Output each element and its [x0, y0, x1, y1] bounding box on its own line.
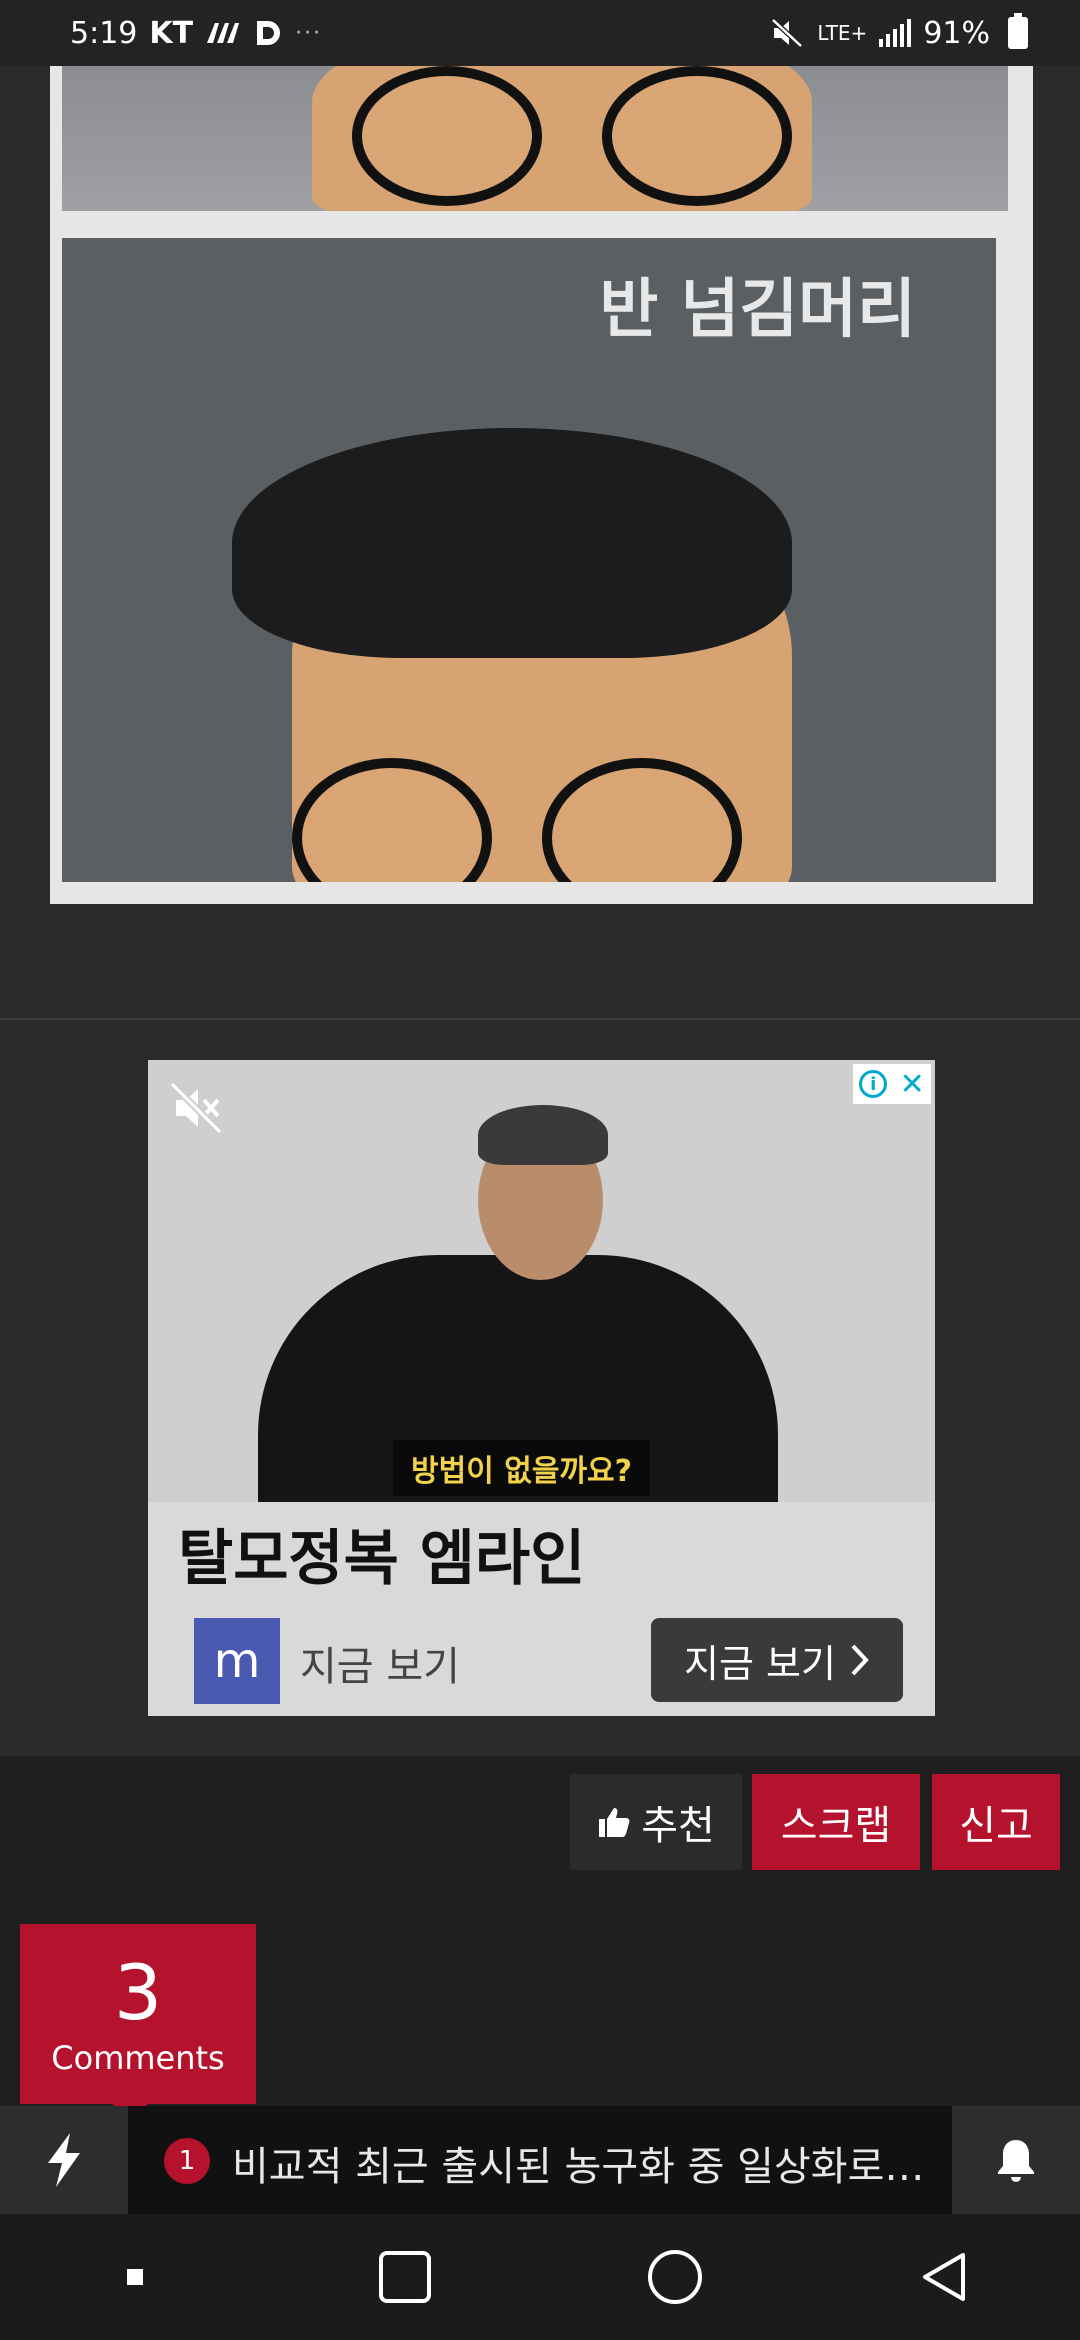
notification-d-icon: [257, 21, 281, 45]
thumbs-up-icon: [599, 1808, 630, 1837]
mute-icon[interactable]: [168, 1080, 224, 1136]
recents-icon: [379, 2251, 431, 2303]
nav-recents-button[interactable]: [355, 2227, 455, 2327]
article-photo-top[interactable]: [62, 66, 1008, 211]
back-triangle-icon: [923, 2253, 965, 2301]
advertisement[interactable]: i ✕ 방법이 없을까요? 탈모정복 엠라인 m 지금 보기 지금 보기: [148, 1060, 935, 1716]
status-right: LTE+ 91%: [771, 13, 1028, 51]
close-icon[interactable]: ✕: [900, 1067, 925, 1102]
report-button[interactable]: 신고: [932, 1774, 1060, 1870]
glasses-left-lens: [352, 66, 542, 206]
status-bar: 5:19 KT ··· LTE+ 91%: [0, 0, 1080, 66]
lightning-button[interactable]: [0, 2106, 128, 2214]
ad-logo[interactable]: m: [194, 1618, 280, 1704]
nav-home-button[interactable]: [625, 2227, 725, 2327]
comments-label: Comments: [51, 2039, 225, 2077]
system-nav-bar: [0, 2214, 1080, 2340]
news-ticker[interactable]: 1 비교적 최근 출시된 농구화 중 일상화로 겸...: [0, 2106, 1080, 2214]
ad-video[interactable]: i ✕ 방법이 없을까요?: [148, 1060, 935, 1502]
scrap-label: 스크랩: [780, 1803, 892, 1849]
signal-strength-icon: [879, 19, 912, 47]
ad-info-close[interactable]: i ✕: [853, 1064, 931, 1104]
home-circle-icon: [648, 2250, 702, 2304]
article-photo-bottom[interactable]: 반 넘김머리: [62, 238, 996, 882]
ticker-rank-badge: 1: [164, 2138, 210, 2184]
lightning-icon: [48, 2133, 80, 2187]
glasses-right-lens: [602, 66, 792, 206]
notification-app-icon: [207, 23, 240, 43]
ad-person-hair: [478, 1105, 608, 1165]
network-type-label: LTE+: [817, 21, 868, 45]
battery-percent: 91%: [923, 15, 990, 51]
bell-icon: [998, 2140, 1034, 2182]
battery-icon: [1008, 13, 1028, 49]
chevron-right-icon: [851, 1644, 869, 1676]
ad-logo-text[interactable]: 지금 보기: [300, 1634, 460, 1692]
nav-menu-button[interactable]: [85, 2227, 185, 2327]
hair-shape: [232, 428, 792, 658]
small-square-icon: [127, 2269, 143, 2285]
mute-status-icon: [771, 18, 804, 48]
ticker-headline[interactable]: 비교적 최근 출시된 농구화 중 일상화로 겸...: [232, 2134, 932, 2192]
status-time: 5:19: [70, 15, 138, 51]
carrier-label: KT: [149, 15, 194, 51]
article-image-frame: 반 넘김머리: [50, 66, 1033, 904]
more-notifications-icon: ···: [295, 20, 323, 46]
ad-headline[interactable]: 탈모정복 엠라인: [178, 1510, 585, 1597]
notification-button[interactable]: [952, 2106, 1080, 2214]
ad-cta-label: 지금 보기: [684, 1641, 836, 1686]
photo-caption: 반 넘김머리: [599, 273, 916, 347]
scrap-button[interactable]: 스크랩: [752, 1774, 920, 1870]
ad-cta-button[interactable]: 지금 보기: [651, 1618, 903, 1702]
comments-count: 3: [113, 1948, 163, 2037]
status-left: 5:19 KT ···: [70, 16, 322, 51]
recommend-button[interactable]: 추천: [570, 1774, 742, 1870]
comments-button[interactable]: 3 Comments: [20, 1924, 256, 2104]
recommend-label: 추천: [641, 1803, 715, 1849]
report-label: 신고: [959, 1803, 1033, 1849]
section-divider: [0, 1018, 1080, 1020]
ad-subtitle: 방법이 없을까요?: [393, 1440, 651, 1496]
nav-back-button[interactable]: [895, 2227, 995, 2327]
info-icon[interactable]: i: [859, 1070, 888, 1098]
